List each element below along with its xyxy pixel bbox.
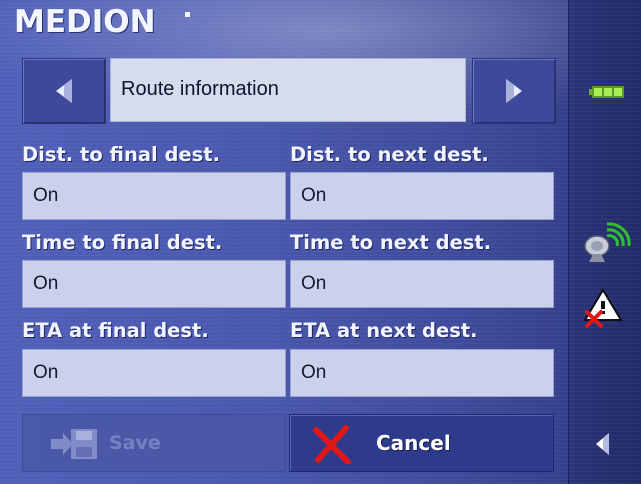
save-label: Save: [109, 432, 161, 454]
save-button[interactable]: Save: [22, 414, 286, 472]
chevron-right-icon: [506, 79, 522, 103]
page-title-box: Route information: [110, 58, 466, 122]
eta-next-value: On: [301, 362, 327, 383]
eta-final-value: On: [33, 362, 59, 383]
time-next-field[interactable]: On: [290, 260, 554, 308]
dist-final-value: On: [33, 185, 59, 206]
back-arrow-icon[interactable]: [595, 432, 611, 456]
previous-page-button[interactable]: [22, 58, 106, 124]
cancel-label: Cancel: [376, 431, 451, 455]
save-disk-icon: [51, 429, 97, 459]
dist-next-value: On: [301, 185, 327, 206]
cancel-x-icon: [313, 425, 351, 464]
eta-next-field[interactable]: On: [290, 349, 554, 397]
logo-dot: [185, 12, 190, 17]
eta-final-field[interactable]: On: [22, 349, 286, 397]
eta-next-label: ETA at next dest.: [290, 319, 478, 342]
time-final-field[interactable]: On: [22, 260, 286, 308]
time-final-value: On: [33, 273, 59, 294]
tmc-warning-icon: [583, 288, 623, 328]
screen: MEDION Route information Dist. to final …: [0, 0, 641, 484]
next-page-button[interactable]: [472, 58, 556, 124]
page-title: Route information: [121, 78, 279, 100]
status-sidebar: [568, 0, 641, 484]
time-next-value: On: [301, 273, 327, 294]
chevron-left-icon: [56, 79, 72, 103]
page-nav: Route information: [22, 58, 556, 124]
time-next-label: Time to next dest.: [290, 231, 492, 254]
eta-final-label: ETA at final dest.: [22, 319, 209, 342]
time-final-label: Time to final dest.: [22, 231, 223, 254]
dist-next-label: Dist. to next dest.: [290, 143, 489, 166]
medion-logo: MEDION: [14, 4, 156, 40]
battery-icon: [589, 86, 624, 98]
dist-next-field[interactable]: On: [290, 172, 554, 220]
dist-final-field[interactable]: On: [22, 172, 286, 220]
cancel-button[interactable]: Cancel: [289, 414, 554, 472]
dist-final-label: Dist. to final dest.: [22, 143, 220, 166]
gps-satellite-icon: [584, 222, 631, 262]
